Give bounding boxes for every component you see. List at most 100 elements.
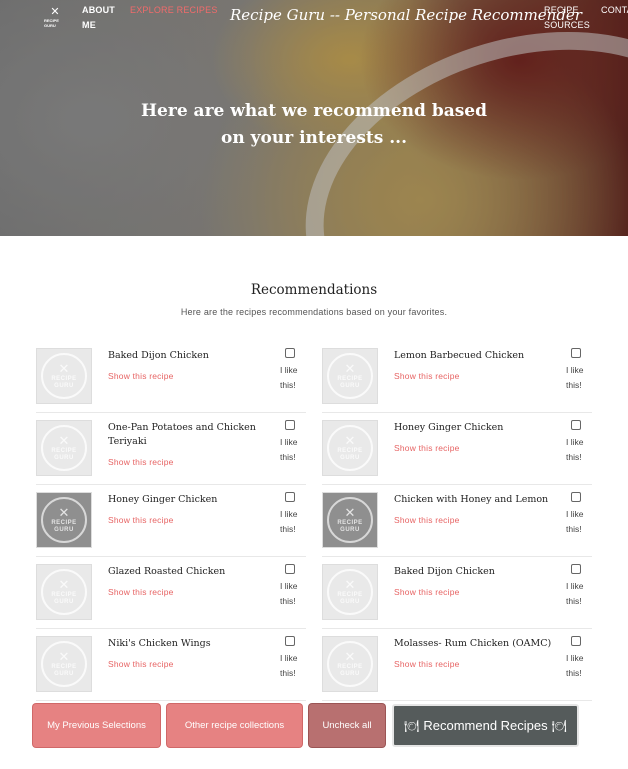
top-navigation: ✕ RECIPE GURU ABOUT ME EXPLORE RECIPES R… [0,0,628,40]
like-label: I like this! [280,365,298,390]
recipe-card: ✕ RECIPE GURU Baked Dijon Chicken Show this… [322,557,592,629]
fork-knife-icon: ✕ [50,5,60,18]
recipe-name: Honey Ginger Chicken [394,422,504,433]
show-recipe-link[interactable]: Show this recipe [394,443,460,453]
other-recipe-collections-button[interactable]: Other recipe collections [167,704,302,747]
recipe-guru-placeholder-logo: ✕ RECIPE GURU [41,569,87,615]
placeholder-text: RECIPE GURU [337,448,363,461]
recipe-card: ✕ RECIPE GURU Baked Dijon Chicken Show this… [36,341,306,413]
recommendations-grid: ✕ RECIPE GURU Baked Dijon Chicken Show this… [36,341,592,701]
recipe-thumbnail: ✕ RECIPE GURU [36,492,92,548]
recipe-name: Chicken with Honey and Lemon [394,494,549,505]
like-checkbox[interactable] [285,420,295,430]
placeholder-text: RECIPE GURU [51,592,77,605]
like-checkbox[interactable] [285,492,295,502]
recipe-guru-placeholder-logo: ✕ RECIPE GURU [327,425,373,471]
recipe-thumbnail: ✕ RECIPE GURU [322,348,378,404]
fork-knife-icon: ✕ [58,577,70,592]
fork-knife-icon: ✕ [58,433,70,448]
show-recipe-link[interactable]: Show this recipe [108,515,174,525]
show-recipe-link[interactable]: Show this recipe [108,587,174,597]
like-checkbox[interactable] [285,636,295,646]
fork-knife-icon: ✕ [344,505,356,520]
placeholder-text: RECIPE GURU [337,520,363,533]
recipe-name: Lemon Barbecued Chicken [394,350,525,361]
recommend-recipes-button[interactable]: 🍽 Recommend Recipes 🍽 [392,704,579,747]
show-recipe-link[interactable]: Show this recipe [108,457,174,467]
like-label: I like this! [566,365,584,390]
fork-knife-icon: ✕ [58,505,70,520]
recipe-name: Molasses- Rum Chicken (OAMC) [394,638,552,649]
fork-knife-icon: ✕ [58,649,70,664]
hero-heading: Here are what we recommend based on your… [140,101,488,148]
like-label: I like this! [566,653,584,678]
fork-knife-icon: ✕ [58,361,70,376]
nav-contact[interactable]: CONTACT [601,3,628,18]
my-previous-selections-button[interactable]: My Previous Selections [33,704,160,747]
nav-about-me[interactable]: ABOUT ME [82,3,118,33]
show-recipe-link[interactable]: Show this recipe [394,659,460,669]
recipe-name: Glazed Roasted Chicken [108,566,226,577]
section-subtitle: Here are the recipes recommendations bas… [180,307,448,317]
recipe-guru-placeholder-logo: ✕ RECIPE GURU [327,497,373,543]
fork-knife-icon: ✕ [344,577,356,592]
show-recipe-link[interactable]: Show this recipe [394,587,460,597]
recipe-card: ✕ RECIPE GURU Chicken with Honey and Lemon… [322,485,592,557]
fork-knife-icon: ✕ [344,649,356,664]
fork-knife-icon: ✕ [344,433,356,448]
like-label: I like this! [566,437,584,462]
recipe-card: ✕ RECIPE GURU Honey Ginger Chicken Show thi… [322,413,592,485]
like-label: I like this! [280,437,298,462]
recipe-thumbnail: ✕ RECIPE GURU [36,420,92,476]
show-recipe-link[interactable]: Show this recipe [394,371,460,381]
like-checkbox[interactable] [571,420,581,430]
like-label: I like this! [280,653,298,678]
recipe-thumbnail: ✕ RECIPE GURU [322,564,378,620]
nav-explore-recipes[interactable]: EXPLORE RECIPES [130,3,218,18]
recipe-card: ✕ RECIPE GURU One-Pan Potatoes and Chicken… [36,413,306,485]
fork-knife-icon: ✕ [344,361,356,376]
recipe-card: ✕ RECIPE GURU Lemon Barbecued Chicken Show … [322,341,592,413]
recipe-guru-placeholder-logo: ✕ RECIPE GURU [41,425,87,471]
recipe-name: Baked Dijon Chicken [394,566,495,577]
placeholder-text: RECIPE GURU [337,664,363,677]
hero-banner: ✕ RECIPE GURU ABOUT ME EXPLORE RECIPES R… [0,0,628,236]
placeholder-text: RECIPE GURU [337,376,363,389]
recipe-thumbnail: ✕ RECIPE GURU [322,636,378,692]
recipe-card: ✕ RECIPE GURU Niki's Chicken Wings Show thi… [36,629,306,701]
recipe-card: ✕ RECIPE GURU Glazed Roasted Chicken Show t… [36,557,306,629]
dish-icon: 🍽 [551,718,567,733]
like-label: I like this! [566,581,584,606]
logo-text: RECIPE GURU [44,17,59,28]
like-checkbox[interactable] [285,348,295,358]
recipe-guru-placeholder-logo: ✕ RECIPE GURU [327,353,373,399]
show-recipe-link[interactable]: Show this recipe [394,515,460,525]
like-label: I like this! [566,509,584,534]
nav-recipe-sources[interactable]: RECIPE SOURCES [544,3,594,33]
like-checkbox[interactable] [571,636,581,646]
recipe-name: Baked Dijon Chicken [108,350,209,361]
recipe-guru-placeholder-logo: ✕ RECIPE GURU [41,353,87,399]
site-logo[interactable]: ✕ RECIPE GURU [44,6,66,28]
like-checkbox[interactable] [571,564,581,574]
show-recipe-link[interactable]: Show this recipe [108,659,174,669]
uncheck-all-button[interactable]: Uncheck all [309,704,385,747]
placeholder-text: RECIPE GURU [51,664,77,677]
recipe-guru-placeholder-logo: ✕ RECIPE GURU [41,641,87,687]
show-recipe-link[interactable]: Show this recipe [108,371,174,381]
like-checkbox[interactable] [571,348,581,358]
recipe-card: ✕ RECIPE GURU Honey Ginger Chicken Show thi… [36,485,306,557]
placeholder-text: RECIPE GURU [51,376,77,389]
like-checkbox[interactable] [571,492,581,502]
like-label: I like this! [280,509,298,534]
like-label: I like this! [280,581,298,606]
recipe-thumbnail: ✕ RECIPE GURU [322,420,378,476]
recipe-guru-placeholder-logo: ✕ RECIPE GURU [327,641,373,687]
recipe-name: One-Pan Potatoes and Chicken Teriyaki [108,422,256,447]
like-checkbox[interactable] [285,564,295,574]
recipe-name: Honey Ginger Chicken [108,494,218,505]
site-title: Recipe Guru -- Personal Recipe Recommend… [230,6,582,24]
section-title: Recommendations [250,282,378,298]
placeholder-text: RECIPE GURU [337,592,363,605]
dish-icon: 🍽 [404,718,420,733]
